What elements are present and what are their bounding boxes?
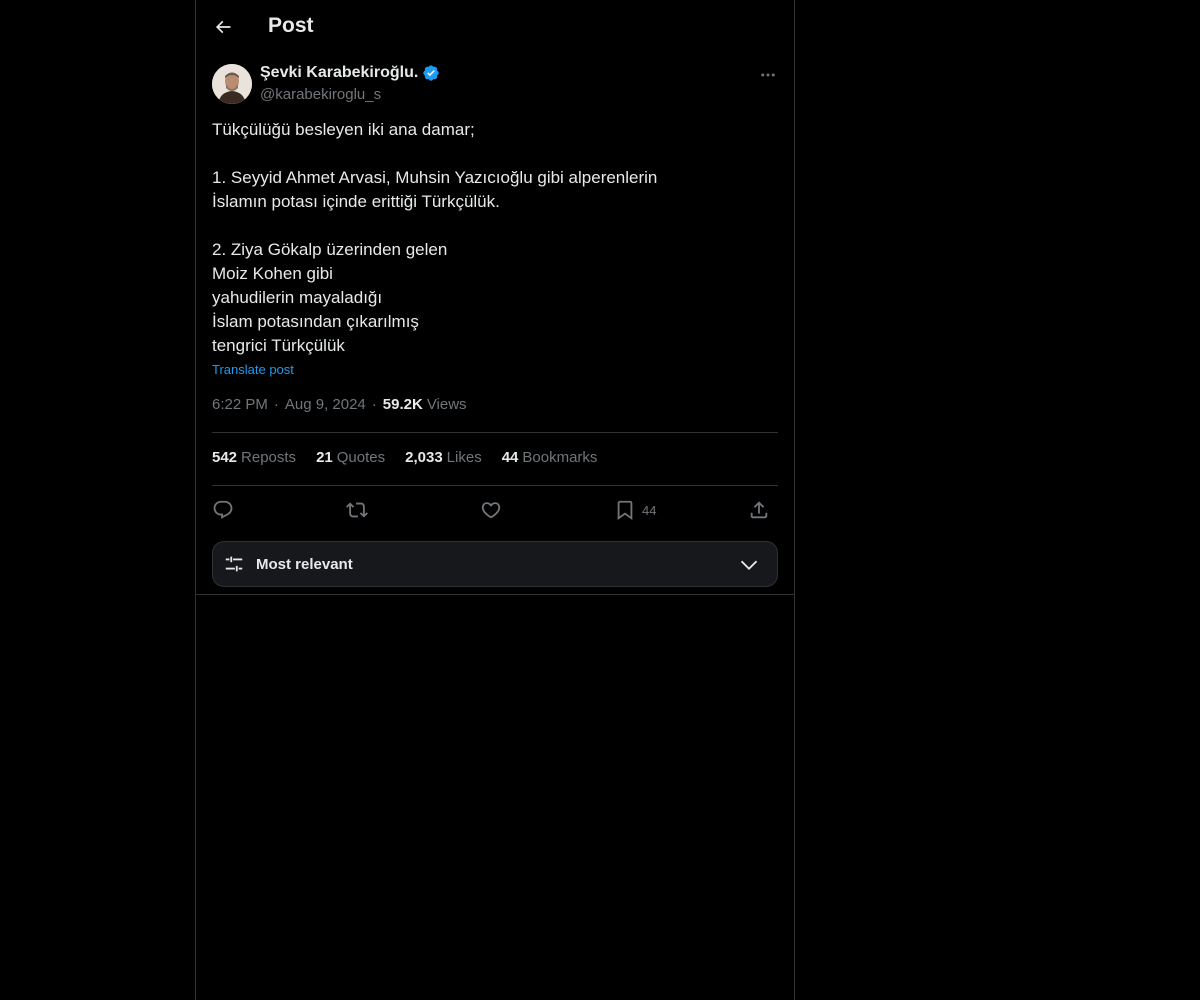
meta-separator: ·: [273, 396, 279, 413]
bookmarks-stat[interactable]: 44 Bookmarks: [502, 449, 598, 466]
quotes-label: Quotes: [336, 449, 386, 466]
verified-badge-icon: [422, 64, 440, 82]
meta-separator: ·: [371, 396, 377, 413]
post-time[interactable]: 6:22 PM: [212, 396, 268, 413]
likes-label: Likes: [446, 449, 482, 466]
divider: [212, 432, 778, 433]
translate-post-link[interactable]: Translate post: [212, 362, 294, 377]
post-text-line: Tükçülüğü besleyen iki ana damar;: [212, 120, 475, 139]
arrow-left-icon: [215, 20, 231, 34]
share-icon: [750, 501, 768, 519]
post-date[interactable]: Aug 9, 2024: [285, 396, 366, 413]
bookmark-count: 44: [642, 502, 657, 518]
post-text-line: Moiz Kohen gibi: [212, 264, 333, 283]
views-count: 59.2K: [382, 396, 423, 413]
post-stats: 542 Reposts 21 Quotes 2,033 Likes 44 Bookmar…: [212, 449, 617, 466]
like-button[interactable]: [480, 496, 502, 524]
reposts-count: 542: [212, 449, 238, 466]
heart-icon: [481, 502, 501, 519]
views-label: Views: [426, 396, 467, 413]
author-name-row[interactable]: Şevki Karabekiroğlu.: [260, 64, 440, 82]
post-text-line: İslam potasından çıkarılmış: [212, 312, 419, 331]
post-text: Tükçülüğü besleyen iki ana damar; 1. Sey…: [212, 118, 778, 358]
reply-icon: [213, 500, 233, 519]
post-column: Post Şevki Karabekiroğlu. @karabekiroglu…: [195, 0, 795, 1000]
divider: [196, 594, 794, 595]
avatar-image-icon: [212, 64, 252, 104]
post-text-line: [212, 214, 778, 238]
divider: [212, 485, 778, 486]
share-button[interactable]: [748, 496, 770, 524]
post-header: Post: [196, 0, 794, 54]
bookmarks-label: Bookmarks: [522, 449, 598, 466]
bookmarks-count: 44: [501, 449, 519, 466]
author-handle[interactable]: @karabekiroglu_s: [260, 86, 381, 103]
post-text-line: [212, 142, 778, 166]
post-text-line: 1. Seyyid Ahmet Arvasi, Muhsin Yazıcıoğl…: [212, 168, 658, 187]
post-text-line: tengrici Türkçülük: [212, 336, 345, 355]
bookmark-button[interactable]: 44: [614, 496, 656, 524]
sort-label: Most relevant: [256, 556, 353, 573]
likes-count: 2,033: [405, 449, 443, 466]
more-options-button[interactable]: [754, 64, 782, 86]
post-text-line: yahudilerin mayaladığı: [212, 288, 383, 307]
post-text-line: 2. Ziya Gökalp üzerinden gelen: [212, 240, 448, 259]
reply-button[interactable]: [212, 496, 234, 524]
repost-button[interactable]: [346, 496, 368, 524]
quotes-count: 21: [316, 449, 333, 466]
chevron-down-icon: [740, 560, 758, 571]
repost-icon: [346, 502, 368, 518]
reposts-label: Reposts: [241, 449, 297, 466]
sliders-icon: [225, 556, 243, 572]
likes-stat[interactable]: 2,033 Likes: [405, 449, 482, 466]
post-meta: 6:22 PM · Aug 9, 2024 · 59.2K Views: [212, 396, 467, 413]
author-name[interactable]: Şevki Karabekiroğlu.: [260, 64, 418, 82]
sort-replies-dropdown[interactable]: Most relevant: [212, 541, 778, 587]
page-title: Post: [268, 14, 314, 37]
reposts-stat[interactable]: 542 Reposts: [212, 449, 296, 466]
bookmark-icon: [617, 500, 633, 521]
back-button[interactable]: [206, 8, 240, 46]
post-actions: 44: [212, 496, 778, 524]
post-text-line: İslamın potası içinde erittiği Türkçülük…: [212, 192, 500, 211]
quotes-stat[interactable]: 21 Quotes: [316, 449, 385, 466]
avatar[interactable]: [212, 64, 252, 104]
more-dots-icon: [761, 73, 775, 77]
